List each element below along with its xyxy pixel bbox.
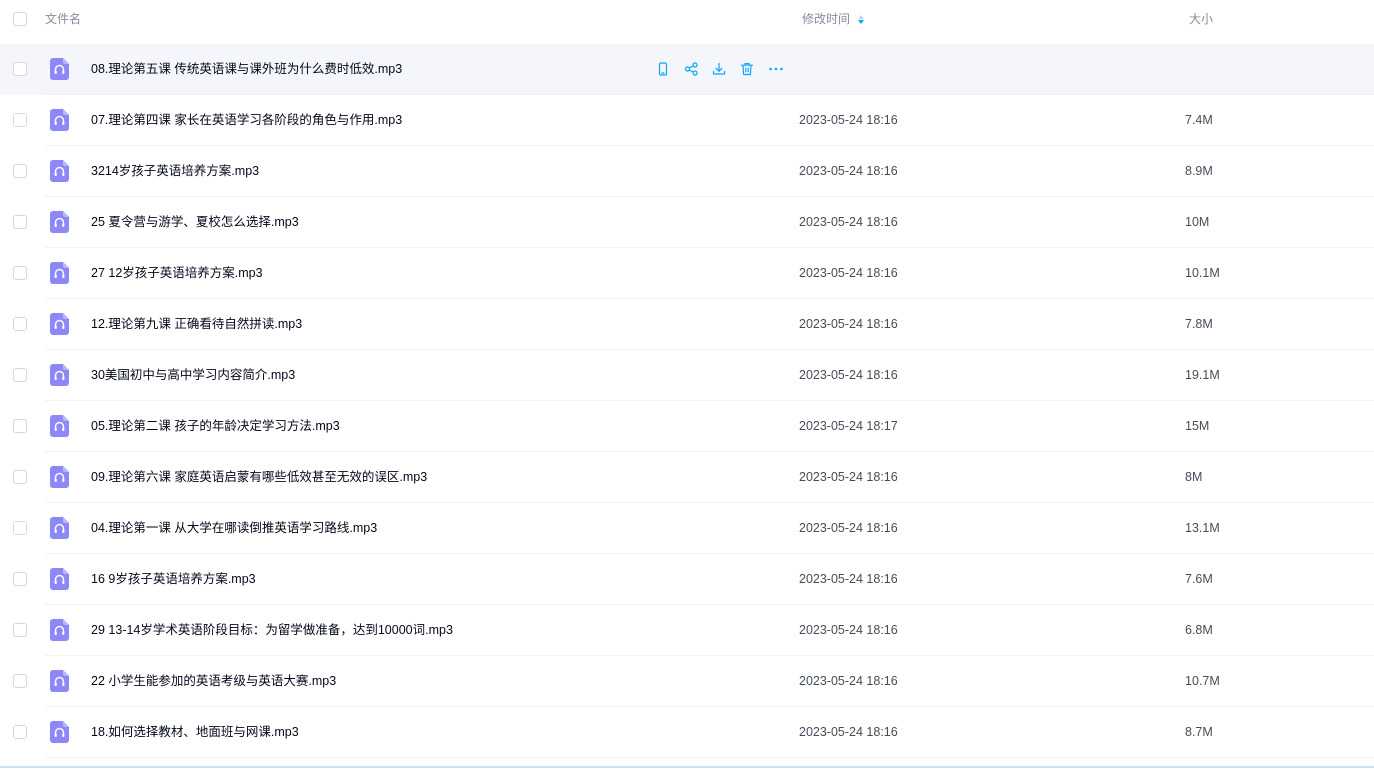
- file-row[interactable]: 29 13-14岁学术英语阶段目标：为留学做准备，达到10000词.mp3 20…: [0, 605, 1374, 656]
- column-header-modified-time[interactable]: 修改时间: [802, 12, 865, 26]
- file-size: 7.8M: [1185, 317, 1213, 331]
- file-modified-time: 2023-05-24 18:16: [799, 572, 898, 586]
- audio-file-icon: [50, 466, 69, 488]
- bottom-divider: [0, 766, 1374, 768]
- file-name[interactable]: 05.理论第二课 孩子的年龄决定学习方法.mp3: [91, 419, 340, 434]
- file-size: 8M: [1185, 470, 1203, 484]
- file-row[interactable]: 22 小学生能参加的英语考级与英语大赛.mp3 2023-05-24 18:16…: [0, 656, 1374, 707]
- audio-file-icon: [50, 721, 69, 743]
- file-row[interactable]: 3214岁孩子英语培养方案.mp3 2023-05-24 18:16 8.9M: [0, 146, 1374, 197]
- row-checkbox[interactable]: [13, 419, 27, 433]
- phone-icon[interactable]: [655, 61, 671, 77]
- file-row[interactable]: 09.理论第六课 家庭英语启蒙有哪些低效甚至无效的误区.mp3 2023-05-…: [0, 452, 1374, 503]
- file-modified-time: 2023-05-24 18:16: [799, 674, 898, 688]
- file-size: 10.7M: [1185, 674, 1220, 688]
- file-modified-time: 2023-05-24 18:16: [799, 317, 898, 331]
- row-checkbox[interactable]: [13, 62, 27, 76]
- file-modified-time: 2023-05-24 18:16: [799, 521, 898, 535]
- file-name[interactable]: 08.理论第五课 传统英语课与课外班为什么费时低效.mp3: [91, 62, 402, 77]
- file-row[interactable]: 12.理论第九课 正确看待自然拼读.mp3 2023-05-24 18:16 7…: [0, 299, 1374, 350]
- audio-file-icon: [50, 109, 69, 131]
- file-row[interactable]: 08.理论第五课 传统英语课与课外班为什么费时低效.mp3: [0, 44, 1374, 95]
- file-modified-time: 2023-05-24 18:16: [799, 164, 898, 178]
- file-size: 8.7M: [1185, 725, 1213, 739]
- file-modified-time: 2023-05-24 18:16: [799, 623, 898, 637]
- file-size: 6.8M: [1185, 623, 1213, 637]
- audio-file-icon: [50, 160, 69, 182]
- file-modified-time: 2023-05-24 18:16: [799, 113, 898, 127]
- file-modified-time: 2023-05-24 18:16: [799, 266, 898, 280]
- file-row[interactable]: 25 夏令营与游学、夏校怎么选择.mp3 2023-05-24 18:16 10…: [0, 197, 1374, 248]
- audio-file-icon: [50, 313, 69, 335]
- file-size: 15M: [1185, 419, 1210, 433]
- file-size: 10M: [1185, 215, 1210, 229]
- file-size: 10.1M: [1185, 266, 1220, 280]
- audio-file-icon: [50, 415, 69, 437]
- file-modified-time: 2023-05-24 18:17: [799, 419, 898, 433]
- file-row[interactable]: 27 12岁孩子英语培养方案.mp3 2023-05-24 18:16 10.1…: [0, 248, 1374, 299]
- row-checkbox[interactable]: [13, 266, 27, 280]
- file-row[interactable]: 07.理论第四课 家长在英语学习各阶段的角色与作用.mp3 2023-05-24…: [0, 95, 1374, 146]
- file-name[interactable]: 22 小学生能参加的英语考级与英语大赛.mp3: [91, 674, 336, 689]
- row-checkbox[interactable]: [13, 215, 27, 229]
- file-size: 8.9M: [1185, 164, 1213, 178]
- file-modified-time: 2023-05-24 18:16: [799, 368, 898, 382]
- file-name[interactable]: 04.理论第一课 从大学在哪读倒推英语学习路线.mp3: [91, 521, 377, 536]
- sort-icon[interactable]: [858, 14, 865, 24]
- audio-file-icon: [50, 364, 69, 386]
- file-name[interactable]: 30美国初中与高中学习内容简介.mp3: [91, 368, 295, 383]
- file-name[interactable]: 18.如何选择教材、地面班与网课.mp3: [91, 725, 299, 740]
- file-row[interactable]: 16 9岁孩子英语培养方案.mp3 2023-05-24 18:16 7.6M: [0, 554, 1374, 605]
- row-checkbox[interactable]: [13, 368, 27, 382]
- file-row[interactable]: 18.如何选择教材、地面班与网课.mp3 2023-05-24 18:16 8.…: [0, 707, 1374, 758]
- row-checkbox[interactable]: [13, 725, 27, 739]
- select-all-checkbox[interactable]: [13, 12, 27, 26]
- audio-file-icon: [50, 58, 69, 80]
- audio-file-icon: [50, 262, 69, 284]
- column-header-name[interactable]: 文件名: [45, 12, 81, 26]
- row-checkbox[interactable]: [13, 521, 27, 535]
- row-checkbox[interactable]: [13, 317, 27, 331]
- audio-file-icon: [50, 670, 69, 692]
- file-name[interactable]: 12.理论第九课 正确看待自然拼读.mp3: [91, 317, 302, 332]
- more-icon[interactable]: [767, 61, 785, 77]
- audio-file-icon: [50, 211, 69, 233]
- file-row[interactable]: 30美国初中与高中学习内容简介.mp3 2023-05-24 18:16 19.…: [0, 350, 1374, 401]
- file-size: 19.1M: [1185, 368, 1220, 382]
- file-size: 13.1M: [1185, 521, 1220, 535]
- trash-icon[interactable]: [739, 61, 755, 77]
- row-checkbox[interactable]: [13, 470, 27, 484]
- file-name[interactable]: 29 13-14岁学术英语阶段目标：为留学做准备，达到10000词.mp3: [91, 623, 453, 638]
- audio-file-icon: [50, 568, 69, 590]
- file-size: 7.4M: [1185, 113, 1213, 127]
- file-list-header: 文件名 修改时间 大小: [0, 0, 1374, 40]
- file-name[interactable]: 25 夏令营与游学、夏校怎么选择.mp3: [91, 215, 299, 230]
- file-name[interactable]: 3214岁孩子英语培养方案.mp3: [91, 164, 259, 179]
- row-checkbox[interactable]: [13, 572, 27, 586]
- column-header-modified-time-label: 修改时间: [802, 12, 851, 26]
- share-icon[interactable]: [683, 61, 699, 77]
- file-list-page: 文件名 修改时间 大小 08.理论第五课 传统英语课与课外班为什么费时低效.mp…: [0, 0, 1374, 770]
- file-row[interactable]: 04.理论第一课 从大学在哪读倒推英语学习路线.mp3 2023-05-24 1…: [0, 503, 1374, 554]
- download-icon[interactable]: [711, 61, 727, 77]
- file-row[interactable]: 05.理论第二课 孩子的年龄决定学习方法.mp3 2023-05-24 18:1…: [0, 401, 1374, 452]
- file-name[interactable]: 07.理论第四课 家长在英语学习各阶段的角色与作用.mp3: [91, 113, 402, 128]
- file-name[interactable]: 09.理论第六课 家庭英语启蒙有哪些低效甚至无效的误区.mp3: [91, 470, 427, 485]
- row-hover-actions: [655, 61, 785, 77]
- file-modified-time: 2023-05-24 18:16: [799, 470, 898, 484]
- row-checkbox[interactable]: [13, 623, 27, 637]
- row-divider: [45, 757, 1374, 758]
- file-modified-time: 2023-05-24 18:16: [799, 215, 898, 229]
- audio-file-icon: [50, 619, 69, 641]
- row-checkbox[interactable]: [13, 164, 27, 178]
- file-list: 08.理论第五课 传统英语课与课外班为什么费时低效.mp3 07.理论第四课 家…: [0, 44, 1374, 758]
- row-checkbox[interactable]: [13, 674, 27, 688]
- file-name[interactable]: 16 9岁孩子英语培养方案.mp3: [91, 572, 256, 587]
- file-modified-time: 2023-05-24 18:16: [799, 725, 898, 739]
- audio-file-icon: [50, 517, 69, 539]
- file-size: 7.6M: [1185, 572, 1213, 586]
- row-checkbox[interactable]: [13, 113, 27, 127]
- file-name[interactable]: 27 12岁孩子英语培养方案.mp3: [91, 266, 263, 281]
- column-header-size[interactable]: 大小: [1189, 12, 1213, 26]
